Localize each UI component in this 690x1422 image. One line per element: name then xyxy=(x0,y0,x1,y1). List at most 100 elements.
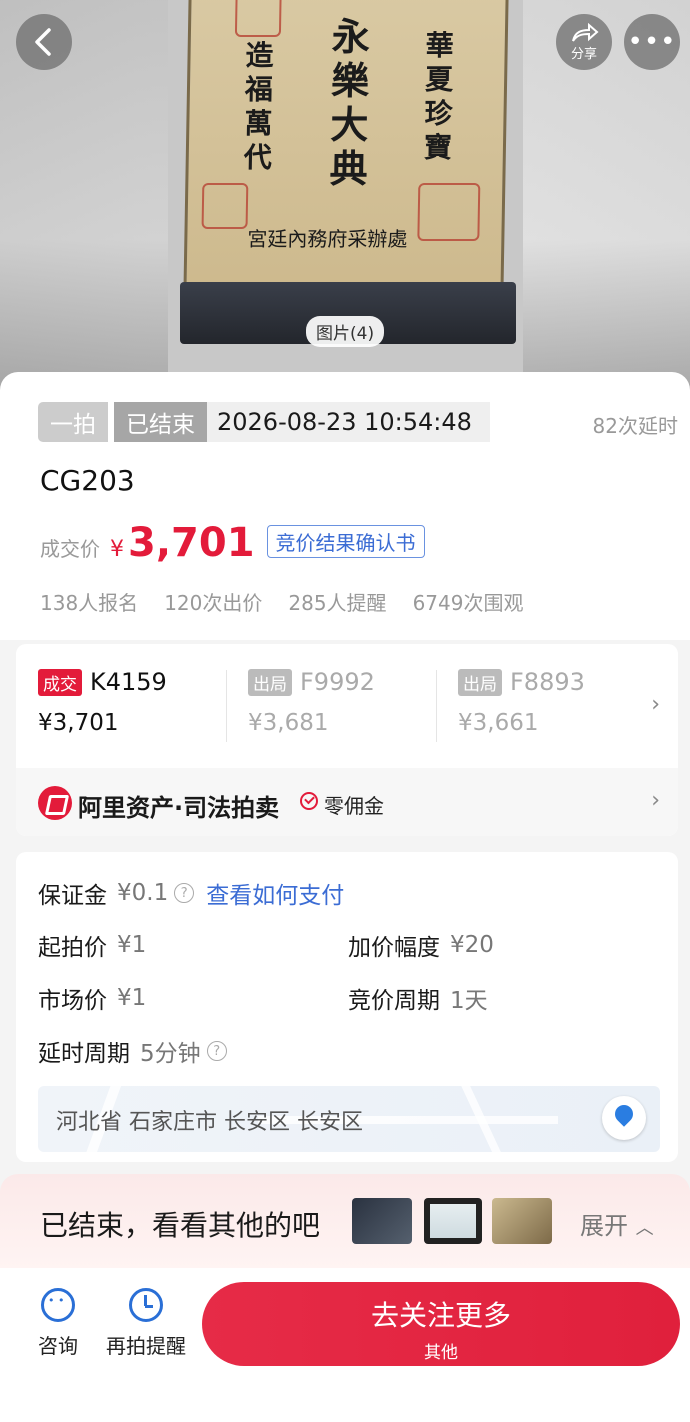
bid-record: 出局 F8893 ¥3,661 xyxy=(458,668,585,736)
price-label: 成交价 xyxy=(40,537,100,561)
bid-status-badge: 成交 xyxy=(38,668,82,696)
deposit-row: 保证金 ¥0.1 ? 查看如何支付 xyxy=(38,876,344,910)
consult-label: 咨询 xyxy=(38,1334,78,1358)
share-button[interactable]: 分享 xyxy=(556,14,612,70)
bid-amount: ¥3,681 xyxy=(248,710,329,736)
seal-stamp xyxy=(417,183,481,241)
bid-cycle-label: 竞价周期 xyxy=(348,988,440,1014)
chevron-up-icon: ︿ xyxy=(635,1218,654,1239)
bid-record: 成交 K4159 ¥3,701 xyxy=(38,668,167,736)
bid-count: 120次出价 xyxy=(164,591,263,615)
deposit-label: 保证金 xyxy=(38,883,107,909)
how-to-pay-link[interactable]: 查看如何支付 xyxy=(206,876,344,910)
increment-row: 加价幅度 ¥20 xyxy=(348,928,494,962)
chevron-left-icon xyxy=(35,28,51,56)
cta-sub-label: 其他 xyxy=(424,1343,458,1363)
recommendation-thumbnail[interactable] xyxy=(352,1198,412,1244)
plaque-bottom-text: 宮廷內務府采辦處 xyxy=(247,227,408,251)
stats-row: 138人报名 120次出价 285人提醒 6749次围观 xyxy=(40,587,523,616)
signup-count: 138人报名 xyxy=(40,591,139,615)
auction-detail-page: 永樂大典 造福萬代 華夏珍寶 宮廷內務府采辦處 图片(4) 分享 ••• 一拍 … xyxy=(0,0,690,1422)
seal-stamp xyxy=(234,0,282,37)
back-button[interactable] xyxy=(16,14,72,70)
deal-price: 3,701 xyxy=(128,520,255,566)
chat-icon xyxy=(41,1288,75,1322)
auction-type-chip: 一拍 xyxy=(38,402,108,442)
platform-brand-row[interactable]: 阿里资产·司法拍卖 零佣金 › xyxy=(16,768,678,836)
auction-summary-card: 一拍 已结束 2026-08-23 10:54:48 82次延时 CG203 成… xyxy=(0,372,690,640)
expand-label: 展开 xyxy=(580,1212,628,1240)
location-bar[interactable]: 河北省 石家庄市 长安区 长安区 xyxy=(38,1086,660,1152)
end-time: 2026-08-23 10:54:48 xyxy=(207,402,490,442)
bid-confirmation-link[interactable]: 竞价结果确认书 xyxy=(266,525,425,558)
hero-image-area[interactable]: 永樂大典 造福萬代 華夏珍寶 宮廷內務府采辦處 图片(4) 分享 ••• xyxy=(0,0,690,400)
market-price-label: 市场价 xyxy=(38,988,107,1014)
chevron-right-icon[interactable]: › xyxy=(651,788,660,813)
bid-cycle-value: 1天 xyxy=(450,988,488,1014)
image-count-tag[interactable]: 图片(4) xyxy=(306,316,385,347)
bidder-code: F8893 xyxy=(510,668,585,696)
help-icon[interactable]: ? xyxy=(174,883,195,903)
extend-count: 82次延时 xyxy=(592,414,678,438)
more-button[interactable]: ••• xyxy=(624,14,680,70)
chevron-right-icon[interactable]: › xyxy=(651,692,660,717)
more-dots-icon: ••• xyxy=(627,27,677,57)
reminder-count: 285人提醒 xyxy=(288,591,387,615)
increment-value: ¥20 xyxy=(450,932,494,958)
map-pin-icon[interactable] xyxy=(602,1096,646,1140)
market-price-row: 市场价 ¥1 xyxy=(38,981,146,1015)
deal-price-row: 成交价 ¥ 3,701 竞价结果确认书 xyxy=(40,520,425,566)
bidder-code: F9992 xyxy=(300,668,375,696)
divider xyxy=(226,670,227,742)
plaque-title: 永樂大典 xyxy=(329,14,371,191)
market-price-value: ¥1 xyxy=(117,985,147,1011)
zero-commission-label: 零佣金 xyxy=(324,794,384,818)
ended-message: 已结束，看看其他的吧 xyxy=(40,1209,321,1242)
bid-amount: ¥3,661 xyxy=(458,710,539,736)
lot-title: CG203 xyxy=(40,464,135,497)
start-price-row: 起拍价 ¥1 xyxy=(38,928,146,962)
consult-button[interactable]: 咨询 xyxy=(18,1288,98,1359)
view-count: 6749次围观 xyxy=(412,591,524,615)
start-price-label: 起拍价 xyxy=(38,935,107,961)
status-row: 一拍 已结束 2026-08-23 10:54:48 xyxy=(38,402,490,442)
bid-cycle-row: 竞价周期 1天 xyxy=(348,981,488,1015)
bid-records-card[interactable]: 成交 K4159 ¥3,701 出局 F9992 ¥3,681 出局 F8893 ¥3… xyxy=(16,644,678,836)
ali-assets-logo-icon xyxy=(38,786,72,820)
platform-name: 阿里资产·司法拍卖 xyxy=(78,794,280,822)
cta-main-label: 去关注更多 xyxy=(370,1299,511,1332)
bottom-action-bar: 咨询 再拍提醒 去关注更多 其他 xyxy=(0,1268,690,1422)
divider xyxy=(436,670,437,742)
bid-amount: ¥3,701 xyxy=(38,710,119,736)
increment-label: 加价幅度 xyxy=(348,935,440,961)
delay-cycle-value: 5分钟 xyxy=(140,1041,201,1067)
help-icon[interactable]: ? xyxy=(206,1041,227,1061)
plaque-left-text: 造福萬代 xyxy=(243,39,274,174)
delay-cycle-row: 延时周期 5分钟 ? xyxy=(38,1034,227,1068)
start-price-value: ¥1 xyxy=(117,932,147,958)
bid-status-badge: 出局 xyxy=(248,668,292,696)
bidder-code: K4159 xyxy=(90,668,167,696)
currency-symbol: ¥ xyxy=(110,537,124,562)
plaque-right-text: 華夏珍寶 xyxy=(423,29,455,164)
ended-recommendation-banner: 已结束，看看其他的吧 展开 ︿ xyxy=(0,1174,690,1270)
recommendation-thumbnail[interactable] xyxy=(424,1198,482,1244)
recommendation-thumbnail[interactable] xyxy=(492,1198,552,1244)
deposit-value: ¥0.1 xyxy=(117,880,169,906)
follow-more-button[interactable]: 去关注更多 其他 xyxy=(202,1282,680,1366)
auction-details-card: 保证金 ¥0.1 ? 查看如何支付 起拍价 ¥1 加价幅度 ¥20 市场价 ¥1… xyxy=(16,852,678,1162)
remind-label: 再拍提醒 xyxy=(106,1334,186,1358)
seal-stamp xyxy=(201,183,249,229)
check-circle-icon xyxy=(300,792,318,810)
plaque-image: 永樂大典 造福萬代 華夏珍寶 宮廷內務府采辦處 xyxy=(183,0,509,300)
alarm-clock-icon xyxy=(129,1288,163,1322)
bid-record: 出局 F9992 ¥3,681 xyxy=(248,668,375,736)
share-label: 分享 xyxy=(570,46,597,62)
bid-status-badge: 出局 xyxy=(458,668,502,696)
expand-toggle[interactable]: 展开 ︿ xyxy=(580,1206,654,1241)
re-auction-reminder-button[interactable]: 再拍提醒 xyxy=(96,1288,196,1359)
auction-state-chip: 已结束 xyxy=(114,402,207,442)
share-arrow-icon xyxy=(572,22,599,42)
location-address: 河北省 石家庄市 长安区 长安区 xyxy=(56,1110,363,1135)
delay-cycle-label: 延时周期 xyxy=(38,1041,130,1067)
